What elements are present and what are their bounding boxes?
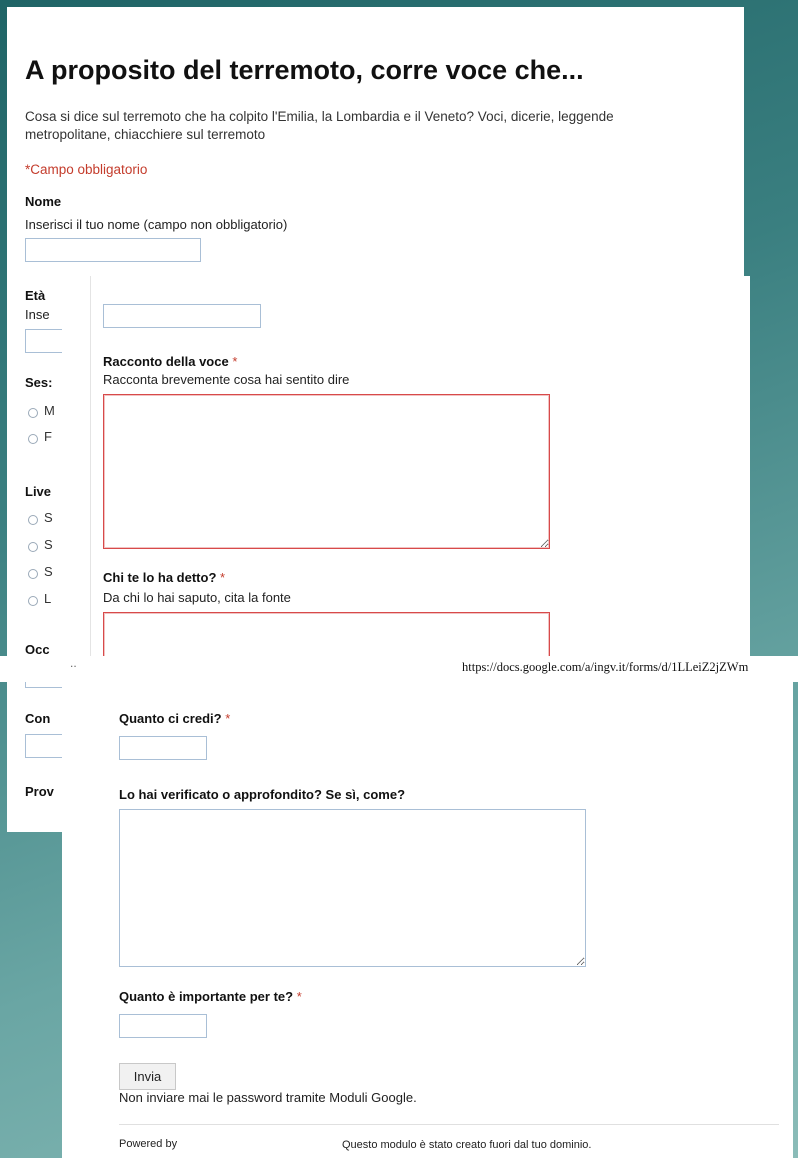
required-field-note: *Campo obbligatorio [25,162,148,177]
eta-help-text: Inse [25,307,50,322]
livello-radio-4[interactable] [28,596,38,606]
panel-divider [90,276,91,656]
eta-label: Età [25,288,46,303]
livello-option-2-label: S [44,537,53,552]
livello-option-4-label: L [44,591,52,606]
url-footer-strip: .. https://docs.google.com/a/ingv.it/for… [0,656,798,682]
nome-input[interactable] [25,238,201,262]
required-star: * [220,570,226,585]
sesso-radio-2[interactable] [28,434,38,444]
comune-label: Con [25,711,51,726]
racconto-label: Racconto della voce * [103,354,237,369]
sesso-option-2-label: F [44,429,52,444]
previous-answer-input[interactable] [103,304,261,328]
fonte-label: Chi te lo ha detto? * [103,570,225,585]
form-screenshot-middle: Racconto della voce * Racconta brevement… [62,276,750,656]
livello-option-1-label: S [44,510,53,525]
fonte-help-text: Da chi lo hai saputo, cita la fonte [103,590,291,605]
nome-label: Nome [25,194,62,209]
livello-label: Live [25,484,52,499]
nome-help-text: Inserisci il tuo nome (campo non obbliga… [25,217,288,232]
racconto-help-text: Racconta brevemente cosa hai sentito dir… [103,372,350,387]
racconto-textarea[interactable] [103,394,550,549]
sesso-radio-1[interactable] [28,408,38,418]
fonte-label-text: Chi te lo ha detto? [103,570,217,585]
verificato-textarea[interactable] [119,809,586,967]
submit-button[interactable]: Invia [119,1063,176,1090]
powered-by-text: Powered by [119,1138,178,1150]
livello-radio-2[interactable] [28,542,38,552]
url-ellipsis: .. [70,656,77,670]
required-star: * [225,711,231,726]
credi-label-text: Quanto ci credi? [119,711,222,726]
sesso-option-1-label: M [44,403,55,418]
form-title: A proposito del terremoto, corre voce ch… [25,55,584,85]
livello-option-3-label: S [44,564,53,579]
form-screenshot-bottom: Quanto ci credi? * Lo hai verificato o a… [62,682,793,1158]
livello-radio-3[interactable] [28,569,38,579]
livello-radio-1[interactable] [28,515,38,525]
verificato-label: Lo hai verificato o approfondito? Se sì,… [119,787,406,802]
provincia-label: Prov [25,784,54,799]
sesso-label: Ses: [25,375,53,390]
form-description: Cosa si dice sul terremoto che ha colpit… [25,109,614,142]
domain-note: Questo modulo è stato creato fuori dal t… [342,1139,592,1151]
credi-input[interactable] [119,736,207,760]
required-star: * [232,354,238,369]
submit-area: Invia Non inviare mai le password tramit… [62,962,793,1158]
credi-label: Quanto ci credi? * [119,711,230,726]
fonte-textarea[interactable] [103,612,550,656]
password-warning: Non inviare mai le password tramite Modu… [119,1090,417,1105]
footer-divider [119,1124,779,1125]
racconto-label-text: Racconto della voce [103,354,229,369]
page-url: https://docs.google.com/a/ingv.it/forms/… [462,660,749,674]
occupazione-label: Occ [25,642,50,657]
